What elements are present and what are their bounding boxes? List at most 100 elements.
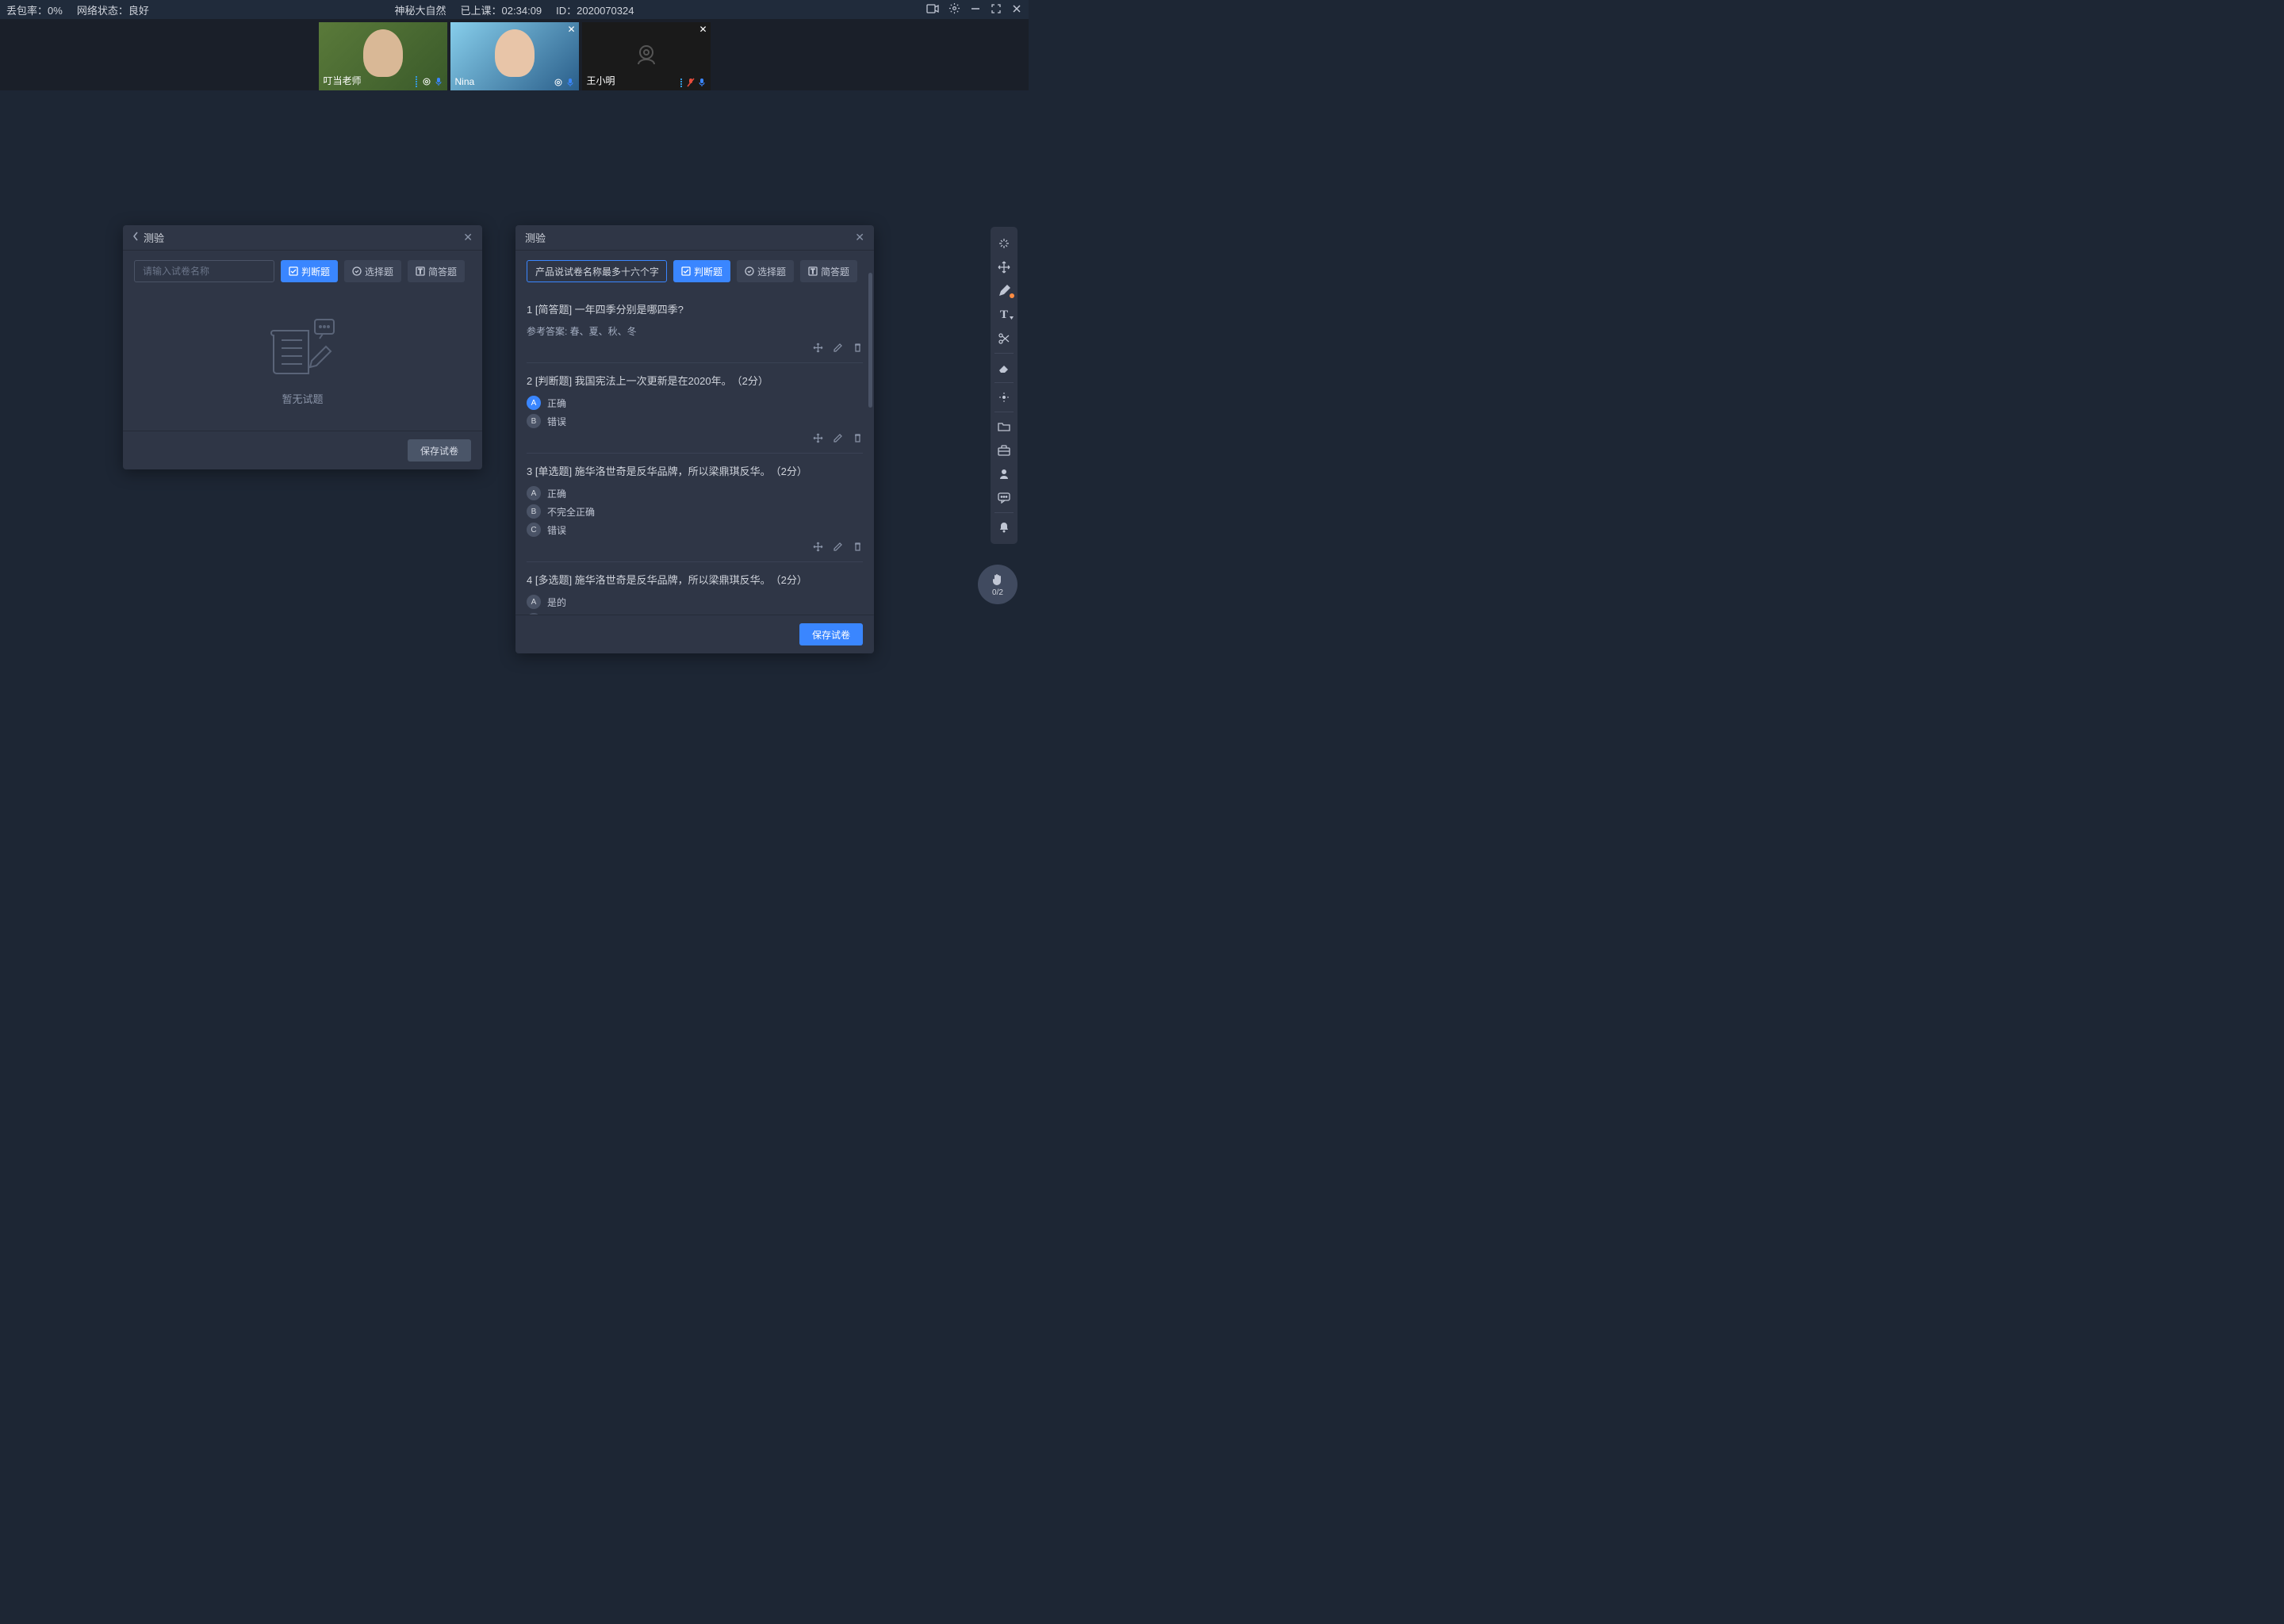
raise-hand-badge[interactable]: 0/2 bbox=[978, 565, 1017, 604]
short-answer-button[interactable]: T 简答题 bbox=[800, 260, 857, 282]
empty-text: 暂无试题 bbox=[282, 391, 323, 406]
video-strip: 叮当老师 ✕ Nina ✕ 王小明 bbox=[0, 19, 1029, 90]
option-row[interactable]: B 错误 bbox=[527, 414, 863, 428]
session-id: ID：2020070324 bbox=[556, 2, 634, 17]
option-letter: B bbox=[527, 504, 541, 519]
edit-icon[interactable] bbox=[833, 542, 843, 552]
option-label: 不完全正确 bbox=[547, 505, 595, 519]
mic-icon bbox=[435, 77, 443, 86]
app-header: 丢包率：0% 网络状态：良好 神秘大自然 已上课：02:34:09 ID：202… bbox=[0, 0, 1029, 19]
option-label: 正确 bbox=[547, 396, 566, 410]
edit-icon[interactable] bbox=[833, 433, 843, 443]
empty-state: 暂无试题 bbox=[123, 292, 482, 431]
option-label: 正确 bbox=[547, 487, 566, 500]
question-title: 3 [单选题] 施华洛世奇是反华品牌，所以梁鼎琪反华。 （2分） bbox=[527, 463, 863, 478]
question-title: 2 [判断题] 我国宪法上一次更新是在2020年。 （2分） bbox=[527, 373, 863, 388]
minimize-icon[interactable] bbox=[970, 3, 981, 17]
option-label: 错误 bbox=[547, 415, 566, 428]
delete-icon[interactable] bbox=[853, 542, 863, 552]
question-item: 2 [判断题] 我国宪法上一次更新是在2020年。 （2分） A 正确 B 错误 bbox=[527, 363, 863, 454]
text-tool-icon[interactable]: T bbox=[991, 303, 1017, 327]
eraser-tool-icon[interactable] bbox=[991, 356, 1017, 380]
video-tile-teacher[interactable]: 叮当老师 bbox=[319, 22, 447, 90]
fullscreen-icon[interactable] bbox=[991, 3, 1002, 17]
hand-count: 0/2 bbox=[992, 588, 1003, 597]
close-icon[interactable]: ✕ bbox=[855, 231, 864, 244]
pen-tool-icon[interactable] bbox=[991, 279, 1017, 303]
network-status: 网络状态：良好 bbox=[77, 2, 149, 17]
true-false-button[interactable]: 判断题 bbox=[281, 260, 338, 282]
save-quiz-button[interactable]: 保存试卷 bbox=[408, 439, 471, 462]
option-row[interactable]: A 正确 bbox=[527, 396, 863, 410]
option-row[interactable]: A 正确 bbox=[527, 486, 863, 500]
toolbox-tool-icon[interactable] bbox=[991, 439, 1017, 462]
save-quiz-button[interactable]: 保存试卷 bbox=[799, 623, 863, 645]
mic-icon bbox=[566, 78, 574, 87]
scrollbar[interactable] bbox=[868, 292, 872, 408]
settings-icon[interactable] bbox=[948, 2, 960, 17]
option-row[interactable]: B 不完全正确 bbox=[527, 504, 863, 519]
person-tool-icon[interactable] bbox=[991, 462, 1017, 486]
cursor-tool-icon[interactable] bbox=[991, 232, 1017, 255]
packet-loss: 丢包率：0% bbox=[6, 2, 63, 17]
video-close-icon[interactable]: ✕ bbox=[699, 24, 707, 35]
reference-answer: 参考答案: 春、夏、秋、冬 bbox=[527, 324, 863, 338]
modal-title: 测验 bbox=[525, 230, 546, 245]
move-icon[interactable] bbox=[813, 433, 823, 443]
option-letter: A bbox=[527, 486, 541, 500]
video-name: Nina bbox=[455, 76, 475, 87]
choice-button[interactable]: 选择题 bbox=[344, 260, 401, 282]
mic-icon bbox=[698, 78, 706, 87]
quiz-modal-empty: 测验 ✕ 判断题 选择题 T 简答题 暂无试题 保存试卷 bbox=[123, 225, 482, 469]
option-letter: A bbox=[527, 595, 541, 609]
move-tool-icon[interactable] bbox=[991, 255, 1017, 279]
close-icon[interactable] bbox=[1011, 3, 1022, 17]
question-item: 3 [单选题] 施华洛世奇是反华品牌，所以梁鼎琪反华。 （2分） A 正确 B 不完全正… bbox=[527, 454, 863, 562]
question-item: 4 [多选题] 施华洛世奇是反华品牌，所以梁鼎琪反华。 （2分）A是的B不完全正… bbox=[527, 562, 863, 615]
option-letter: A bbox=[527, 396, 541, 410]
short-answer-button[interactable]: T 简答题 bbox=[408, 260, 465, 282]
option-letter: B bbox=[527, 414, 541, 428]
camera-icon bbox=[554, 78, 563, 87]
hand-icon bbox=[991, 573, 1005, 587]
option-letter: C bbox=[527, 523, 541, 537]
elapsed-time: 已上课：02:34:09 bbox=[461, 2, 542, 17]
folder-tool-icon[interactable] bbox=[991, 415, 1017, 439]
video-close-icon[interactable]: ✕ bbox=[567, 24, 575, 35]
edit-icon[interactable] bbox=[833, 343, 843, 353]
whiteboard-toolbar: T bbox=[991, 227, 1017, 544]
back-icon[interactable] bbox=[132, 232, 139, 243]
video-tile-student[interactable]: ✕ Nina bbox=[450, 22, 579, 90]
question-title: 1 [简答题] 一年四季分别是哪四季? bbox=[527, 301, 863, 316]
true-false-button[interactable]: 判断题 bbox=[673, 260, 730, 282]
question-actions bbox=[527, 433, 863, 443]
option-row[interactable]: A 是的 bbox=[527, 595, 863, 609]
svg-text:T: T bbox=[419, 268, 423, 275]
delete-icon[interactable] bbox=[853, 433, 863, 443]
chat-tool-icon[interactable] bbox=[991, 486, 1017, 510]
move-icon[interactable] bbox=[813, 343, 823, 353]
delete-icon[interactable] bbox=[853, 343, 863, 353]
option-row[interactable]: C 错误 bbox=[527, 523, 863, 537]
question-actions bbox=[527, 542, 863, 552]
choice-button[interactable]: 选择题 bbox=[737, 260, 794, 282]
question-title: 4 [多选题] 施华洛世奇是反华品牌，所以梁鼎琪反华。 （2分） bbox=[527, 572, 863, 587]
modal-title: 测验 bbox=[144, 230, 164, 245]
scissors-tool-icon[interactable] bbox=[991, 327, 1017, 350]
record-icon[interactable] bbox=[926, 3, 939, 17]
question-list: 1 [简答题] 一年四季分别是哪四季? 参考答案: 春、夏、秋、冬 2 [判断题]… bbox=[515, 292, 874, 615]
option-label: 错误 bbox=[547, 523, 566, 537]
question-item: 1 [简答题] 一年四季分别是哪四季? 参考答案: 春、夏、秋、冬 bbox=[527, 292, 863, 363]
camera-icon bbox=[422, 77, 431, 86]
video-tile-student[interactable]: ✕ 王小明 bbox=[582, 22, 711, 90]
brightness-tool-icon[interactable] bbox=[991, 385, 1017, 409]
quiz-modal-filled: 测验 ✕ 判断题 选择题 T 简答题 1 [简答题] 一年四季分别是哪四季? 参考… bbox=[515, 225, 874, 653]
video-name: 王小明 bbox=[587, 74, 615, 87]
move-icon[interactable] bbox=[813, 542, 823, 552]
quiz-name-input[interactable] bbox=[134, 260, 274, 282]
mic-muted-icon bbox=[687, 78, 695, 87]
close-icon[interactable]: ✕ bbox=[463, 231, 473, 244]
bell-tool-icon[interactable] bbox=[991, 515, 1017, 539]
option-label: 是的 bbox=[547, 596, 566, 609]
quiz-name-input[interactable] bbox=[527, 260, 667, 282]
